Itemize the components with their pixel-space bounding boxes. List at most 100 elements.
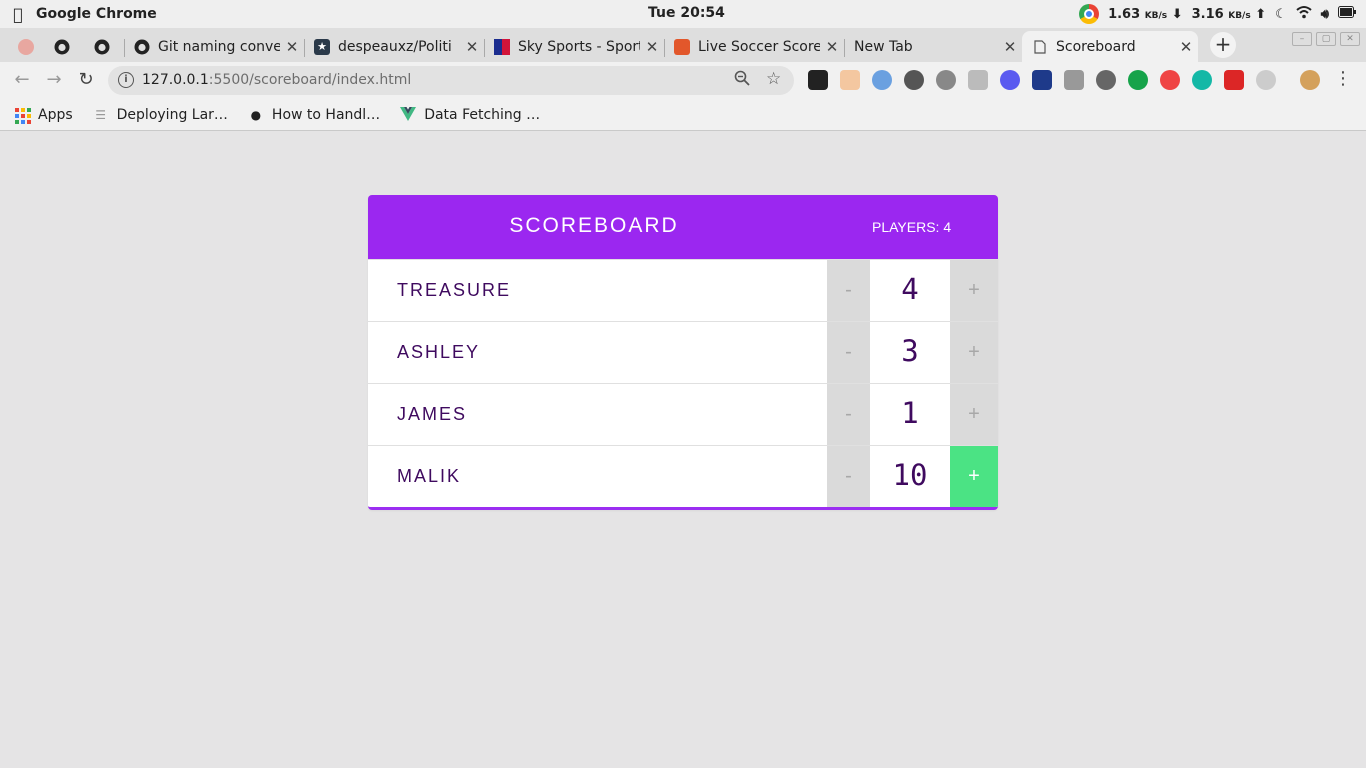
score-value: 1 <box>870 384 950 445</box>
more-menu-icon[interactable]: ⋮ <box>1334 68 1352 89</box>
tab-pinned-extension[interactable] <box>8 31 44 62</box>
bookmark-apps[interactable]: Apps <box>14 107 73 124</box>
tab-sky-sports[interactable]: Sky Sports - Sport ✕ <box>484 31 664 62</box>
down-arrow-icon: ⬇ <box>1171 6 1183 22</box>
reload-icon[interactable]: ↻ <box>74 68 98 92</box>
page-icon <box>1032 39 1048 55</box>
vue-icon <box>400 106 417 123</box>
increment-button[interactable]: + <box>950 384 998 445</box>
os-app-name[interactable]: Google Chrome <box>36 6 157 22</box>
profile-avatar-icon[interactable] <box>1300 70 1320 90</box>
fox-extension-icon[interactable] <box>840 70 860 90</box>
tab-new-tab[interactable]: New Tab ✕ <box>844 31 1022 62</box>
close-icon[interactable]: ✕ <box>998 38 1022 56</box>
m-extension-icon[interactable] <box>1192 70 1212 90</box>
decrement-button[interactable]: - <box>827 260 870 321</box>
scoreboard-title: SCOREBOARD <box>509 214 679 237</box>
apps-grid-icon <box>14 107 31 124</box>
download-rate: 1.63 KB/s ⬇ <box>1108 6 1183 22</box>
player-row: ASHLEY - 3 + <box>368 321 998 383</box>
close-icon[interactable]: ✕ <box>820 38 844 56</box>
increment-button[interactable]: + <box>950 260 998 321</box>
bookmark-data-fetching[interactable]: Data Fetching … <box>400 106 540 123</box>
close-icon[interactable]: ✕ <box>460 38 484 56</box>
tab-git-naming[interactable]: Git naming conve ✕ <box>124 31 304 62</box>
tab-pinned-github-2[interactable] <box>84 31 124 62</box>
close-window-icon[interactable]: ✕ <box>1340 32 1360 46</box>
apple-icon[interactable]:  <box>0 5 36 24</box>
avatar-icon: ● <box>250 107 262 122</box>
bookmark-deploying[interactable]: ☰ Deploying Lar… <box>93 107 228 123</box>
player-name: MALIK <box>397 466 462 486</box>
ghost-extension-icon[interactable] <box>1256 70 1276 90</box>
decrement-button[interactable]: - <box>827 446 870 507</box>
maximize-icon[interactable]: ▢ <box>1316 32 1336 46</box>
close-icon[interactable]: ✕ <box>280 38 304 56</box>
upload-rate: 3.16 KB/s ⬆ <box>1191 6 1267 22</box>
sky-sports-icon <box>494 38 510 55</box>
chart-extension-icon[interactable] <box>1032 70 1052 90</box>
v-extension-icon[interactable] <box>1064 70 1084 90</box>
tab-scoreboard[interactable]: Scoreboard ✕ <box>1022 31 1198 62</box>
blue-circle-extension-icon[interactable] <box>872 70 892 90</box>
star-square-icon: ★ <box>314 38 330 55</box>
increment-button[interactable]: + <box>950 322 998 383</box>
info-icon[interactable]: i <box>118 72 134 88</box>
minimize-icon[interactable]: – <box>1292 32 1312 46</box>
new-tab-button[interactable]: + <box>1210 32 1236 58</box>
player-name: JAMES <box>397 404 468 424</box>
scoreboard: SCOREBOARD PLAYERS: 4 TREASURE - 4 + ASH… <box>368 195 998 510</box>
grid-extension-icon[interactable] <box>808 70 828 90</box>
page-viewport: SCOREBOARD PLAYERS: 4 TREASURE - 4 + ASH… <box>0 132 1366 768</box>
bookmarks-bar: Apps ☰ Deploying Lar… ● How to Handl… Da… <box>0 99 1366 131</box>
paper-extension-icon[interactable] <box>968 70 988 90</box>
bookmark-how-to-handle[interactable]: ● How to Handl… <box>248 107 381 123</box>
close-icon[interactable]: ✕ <box>1174 38 1198 56</box>
tab-strip: Git naming conve ✕ ★ despeauxz/Politi ✕ … <box>0 28 1366 62</box>
browser-toolbar: ← → ↻ i 127.0.0.1:5500/scoreboard/index.… <box>0 62 1366 99</box>
extensions-row <box>808 70 1320 90</box>
tab-live-soccer[interactable]: Live Soccer Score ✕ <box>664 31 844 62</box>
zoom-icon[interactable] <box>734 70 750 90</box>
scoreboard-header: SCOREBOARD PLAYERS: 4 <box>368 195 998 259</box>
chrome-icon[interactable] <box>1079 4 1100 24</box>
score-value: 10 <box>870 446 950 507</box>
github-icon <box>134 39 150 55</box>
os-status-area: 1.63 KB/s ⬇ 3.16 KB/s ⬆ ☾ 🔊︎ <box>1079 4 1356 24</box>
decrement-button[interactable]: - <box>827 384 870 445</box>
score-counter: - 4 + <box>827 260 998 321</box>
score-value: 4 <box>870 260 950 321</box>
tab-pinned-github[interactable] <box>44 31 84 62</box>
sync-extension-icon[interactable] <box>904 70 924 90</box>
address-bar[interactable]: i 127.0.0.1:5500/scoreboard/index.html ☆ <box>108 66 794 95</box>
increment-button[interactable]: + <box>950 446 998 507</box>
red-extension-icon[interactable] <box>1224 70 1244 90</box>
url-text[interactable]: 127.0.0.1:5500/scoreboard/index.html <box>142 72 411 88</box>
os-menu-bar:  Google Chrome Tue 20:54 1.63 KB/s ⬇ 3.… <box>0 0 1366 28</box>
battery-icon[interactable] <box>1338 6 1356 22</box>
github-icon <box>94 39 110 55</box>
bookmark-star-icon[interactable]: ☆ <box>766 69 781 89</box>
player-row: MALIK - 10 + <box>368 445 998 507</box>
grammarly-icon[interactable] <box>1128 70 1148 90</box>
window-controls: – ▢ ✕ <box>1292 32 1360 46</box>
wifi-icon[interactable] <box>1296 5 1312 23</box>
braces-extension-icon[interactable] <box>1096 70 1116 90</box>
tab-despeauxz[interactable]: ★ despeauxz/Politi ✕ <box>304 31 484 62</box>
wave-extension-icon[interactable] <box>1000 70 1020 90</box>
os-clock[interactable]: Tue 20:54 <box>648 5 725 21</box>
forward-arrow-icon[interactable]: → <box>42 68 66 92</box>
back-arrow-icon[interactable]: ← <box>10 68 34 92</box>
volume-icon[interactable]: 🔊︎ <box>1321 7 1329 22</box>
close-icon[interactable]: ✕ <box>640 38 664 56</box>
gear-extension-icon[interactable] <box>936 70 956 90</box>
player-row: TREASURE - 4 + <box>368 259 998 321</box>
player-name: TREASURE <box>397 280 512 300</box>
moon-icon[interactable]: ☾ <box>1275 7 1287 22</box>
player-row: JAMES - 1 + <box>368 383 998 445</box>
players-count: PLAYERS: 4 <box>872 219 952 235</box>
decrement-button[interactable]: - <box>827 322 870 383</box>
infinity-extension-icon[interactable] <box>1160 70 1180 90</box>
score-value: 3 <box>870 322 950 383</box>
up-arrow-icon: ⬆ <box>1255 6 1267 22</box>
